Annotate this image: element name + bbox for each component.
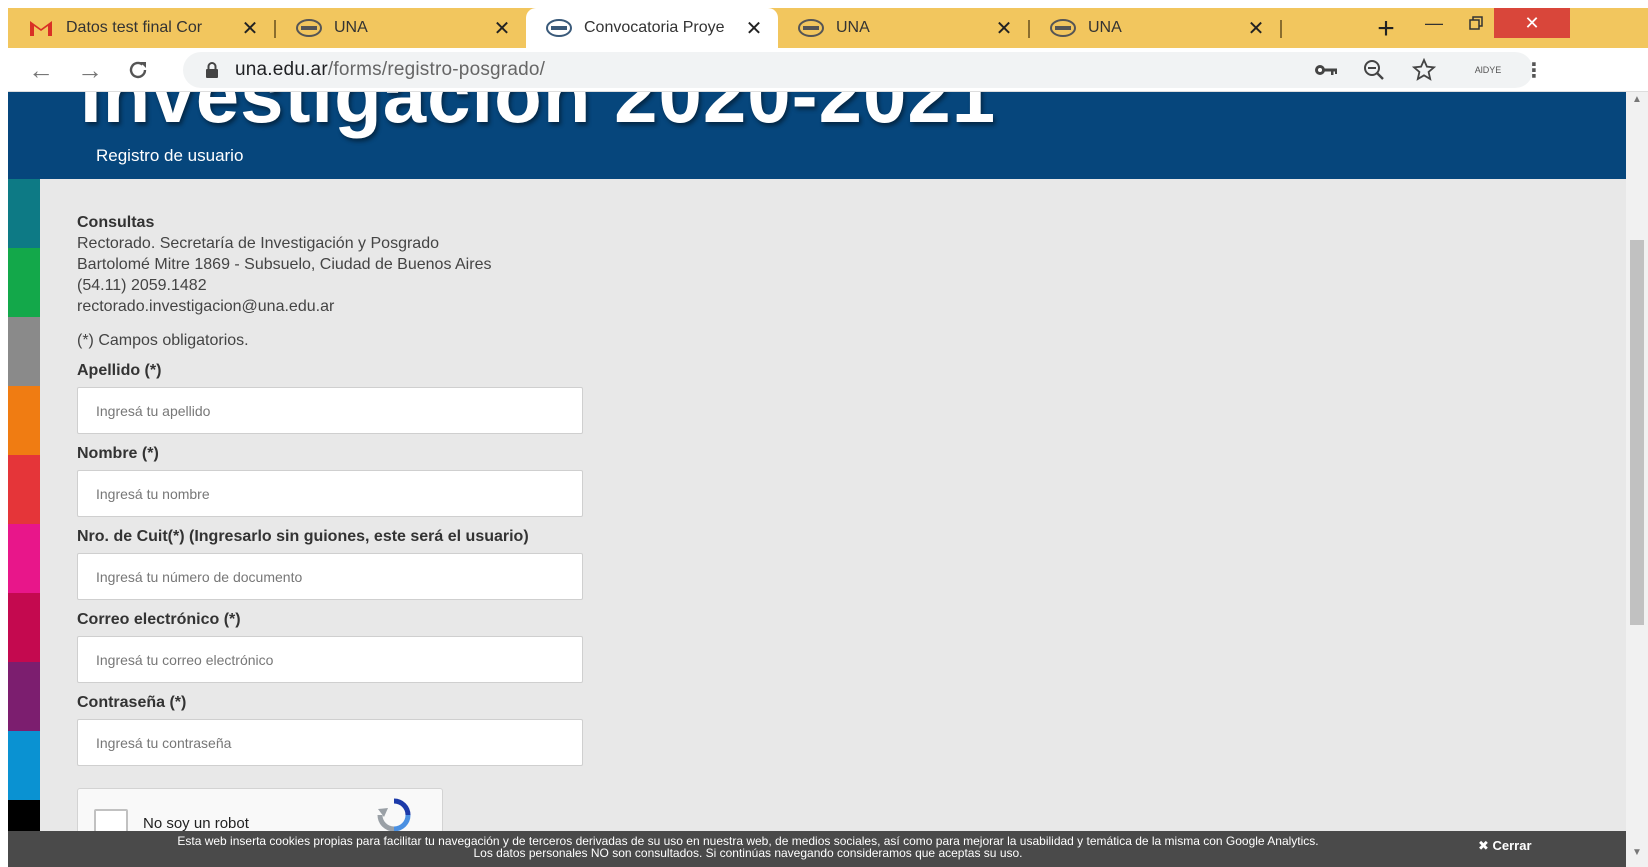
consultas-line: Rectorado. Secretaría de Investigación y… bbox=[77, 235, 439, 252]
url-host: una.edu.ar bbox=[235, 59, 328, 80]
url-path: /forms/registro-posgrado/ bbox=[327, 59, 546, 80]
scrollbar-thumb[interactable] bbox=[1630, 240, 1644, 625]
color-stripe bbox=[8, 593, 40, 662]
header-banner: Investigación 2020-2021 Registro de usua… bbox=[8, 92, 1626, 179]
consultas-title: Consultas bbox=[77, 214, 155, 231]
apellido-label: Apellido (*) bbox=[77, 362, 162, 379]
color-stripe bbox=[8, 524, 40, 593]
required-note: (*) Campos obligatorios. bbox=[77, 332, 249, 349]
tab-close-icon[interactable]: ✕ bbox=[490, 16, 514, 41]
cookie-text: Esta web inserta cookies propias para fa… bbox=[8, 835, 1488, 859]
page-scrollbar[interactable]: ▲ ▼ bbox=[1626, 92, 1648, 867]
email-input[interactable] bbox=[77, 636, 583, 683]
email-label: Correo electrónico (*) bbox=[77, 611, 241, 628]
browser-toolbar: ← → una.edu.ar/forms/registro-posgrado/ … bbox=[8, 48, 1648, 92]
una-favicon-icon bbox=[798, 18, 824, 38]
tab-title: Datos test final Cor bbox=[66, 19, 203, 36]
bookmark-star-icon[interactable] bbox=[1406, 54, 1442, 86]
restore-icon[interactable] bbox=[1456, 8, 1496, 38]
password-label: Contraseña (*) bbox=[77, 694, 187, 711]
color-stripe bbox=[8, 455, 40, 524]
tab-convocatoria[interactable]: Convocatoria Proye ✕ bbox=[526, 8, 778, 48]
nombre-label: Nombre (*) bbox=[77, 445, 159, 462]
una-favicon-icon bbox=[296, 18, 322, 38]
cookie-close-button[interactable]: ✖ Cerrar bbox=[1478, 838, 1532, 854]
forward-arrow-icon[interactable]: → bbox=[74, 54, 106, 86]
tab-gmail[interactable]: Datos test final Cor ✕ bbox=[8, 8, 274, 48]
profile-avatar[interactable]: AlDYE bbox=[1466, 54, 1510, 86]
tab-close-icon[interactable]: ✕ bbox=[742, 16, 766, 41]
hero-title: Investigación 2020-2021 bbox=[80, 92, 997, 139]
page-viewport: Investigación 2020-2021 Registro de usua… bbox=[8, 92, 1626, 867]
password-input[interactable] bbox=[77, 719, 583, 766]
tab-title: UNA bbox=[836, 19, 870, 36]
tab-separator bbox=[1280, 20, 1282, 38]
cuit-input[interactable] bbox=[77, 553, 583, 600]
color-stripes bbox=[8, 179, 40, 867]
color-stripe bbox=[8, 179, 40, 248]
tab-close-icon[interactable]: ✕ bbox=[992, 16, 1016, 41]
una-favicon-icon bbox=[1050, 18, 1076, 38]
color-stripe bbox=[8, 317, 40, 386]
tab-una-2[interactable]: UNA ✕ bbox=[778, 8, 1028, 48]
una-favicon-icon bbox=[546, 18, 572, 38]
registration-form: Consultas Rectorado. Secretaría de Inves… bbox=[77, 213, 597, 766]
reload-icon[interactable] bbox=[122, 54, 154, 86]
tab-close-icon[interactable]: ✕ bbox=[238, 16, 262, 41]
nombre-input[interactable] bbox=[77, 470, 583, 517]
color-stripe bbox=[8, 248, 40, 317]
banner-subtitle: Registro de usuario bbox=[96, 146, 244, 165]
tab-title: UNA bbox=[334, 19, 368, 36]
menu-kebab-icon[interactable]: ⋮ bbox=[1516, 54, 1552, 86]
apellido-input[interactable] bbox=[77, 387, 583, 434]
consultas-email[interactable]: rectorado.investigacion@una.edu.ar bbox=[77, 296, 597, 317]
recaptcha-label: No soy un robot bbox=[143, 815, 249, 832]
consultas-line: (54.11) 2059.1482 bbox=[77, 277, 207, 294]
cookie-banner: Esta web inserta cookies propias para fa… bbox=[8, 831, 1626, 867]
tab-title: UNA bbox=[1088, 19, 1122, 36]
cuit-label: Nro. de Cuit(*) (Ingresarlo sin guiones,… bbox=[77, 528, 529, 545]
zoom-out-icon[interactable] bbox=[1356, 54, 1392, 86]
tab-una-1[interactable]: UNA ✕ bbox=[276, 8, 526, 48]
key-icon[interactable] bbox=[1308, 54, 1344, 86]
minimize-icon[interactable]: — bbox=[1412, 8, 1456, 38]
color-stripe bbox=[8, 662, 40, 731]
new-tab-plus-icon[interactable]: + bbox=[1370, 12, 1402, 46]
tab-title: Convocatoria Proye bbox=[584, 19, 725, 36]
consultas-line: Bartolomé Mitre 1869 - Subsuelo, Ciudad … bbox=[77, 256, 492, 273]
tab-close-icon[interactable]: ✕ bbox=[1244, 16, 1268, 41]
color-stripe bbox=[8, 386, 40, 455]
tab-una-3[interactable]: UNA ✕ bbox=[1030, 8, 1280, 48]
tab-strip: Datos test final Cor ✕ UNA ✕ Convocatori… bbox=[8, 8, 1648, 48]
url-text: una.edu.ar/forms/registro-posgrado/ bbox=[235, 59, 545, 81]
lock-icon bbox=[201, 61, 223, 79]
back-arrow-icon[interactable]: ← bbox=[25, 54, 57, 86]
scroll-down-arrow-icon[interactable]: ▼ bbox=[1626, 847, 1648, 863]
scroll-up-arrow-icon[interactable]: ▲ bbox=[1626, 94, 1648, 110]
gmail-icon bbox=[28, 18, 54, 38]
window-close-icon[interactable]: ✕ bbox=[1494, 8, 1570, 38]
cookie-line-2: Los datos personales NO son consultados.… bbox=[473, 846, 1023, 860]
color-stripe bbox=[8, 731, 40, 800]
